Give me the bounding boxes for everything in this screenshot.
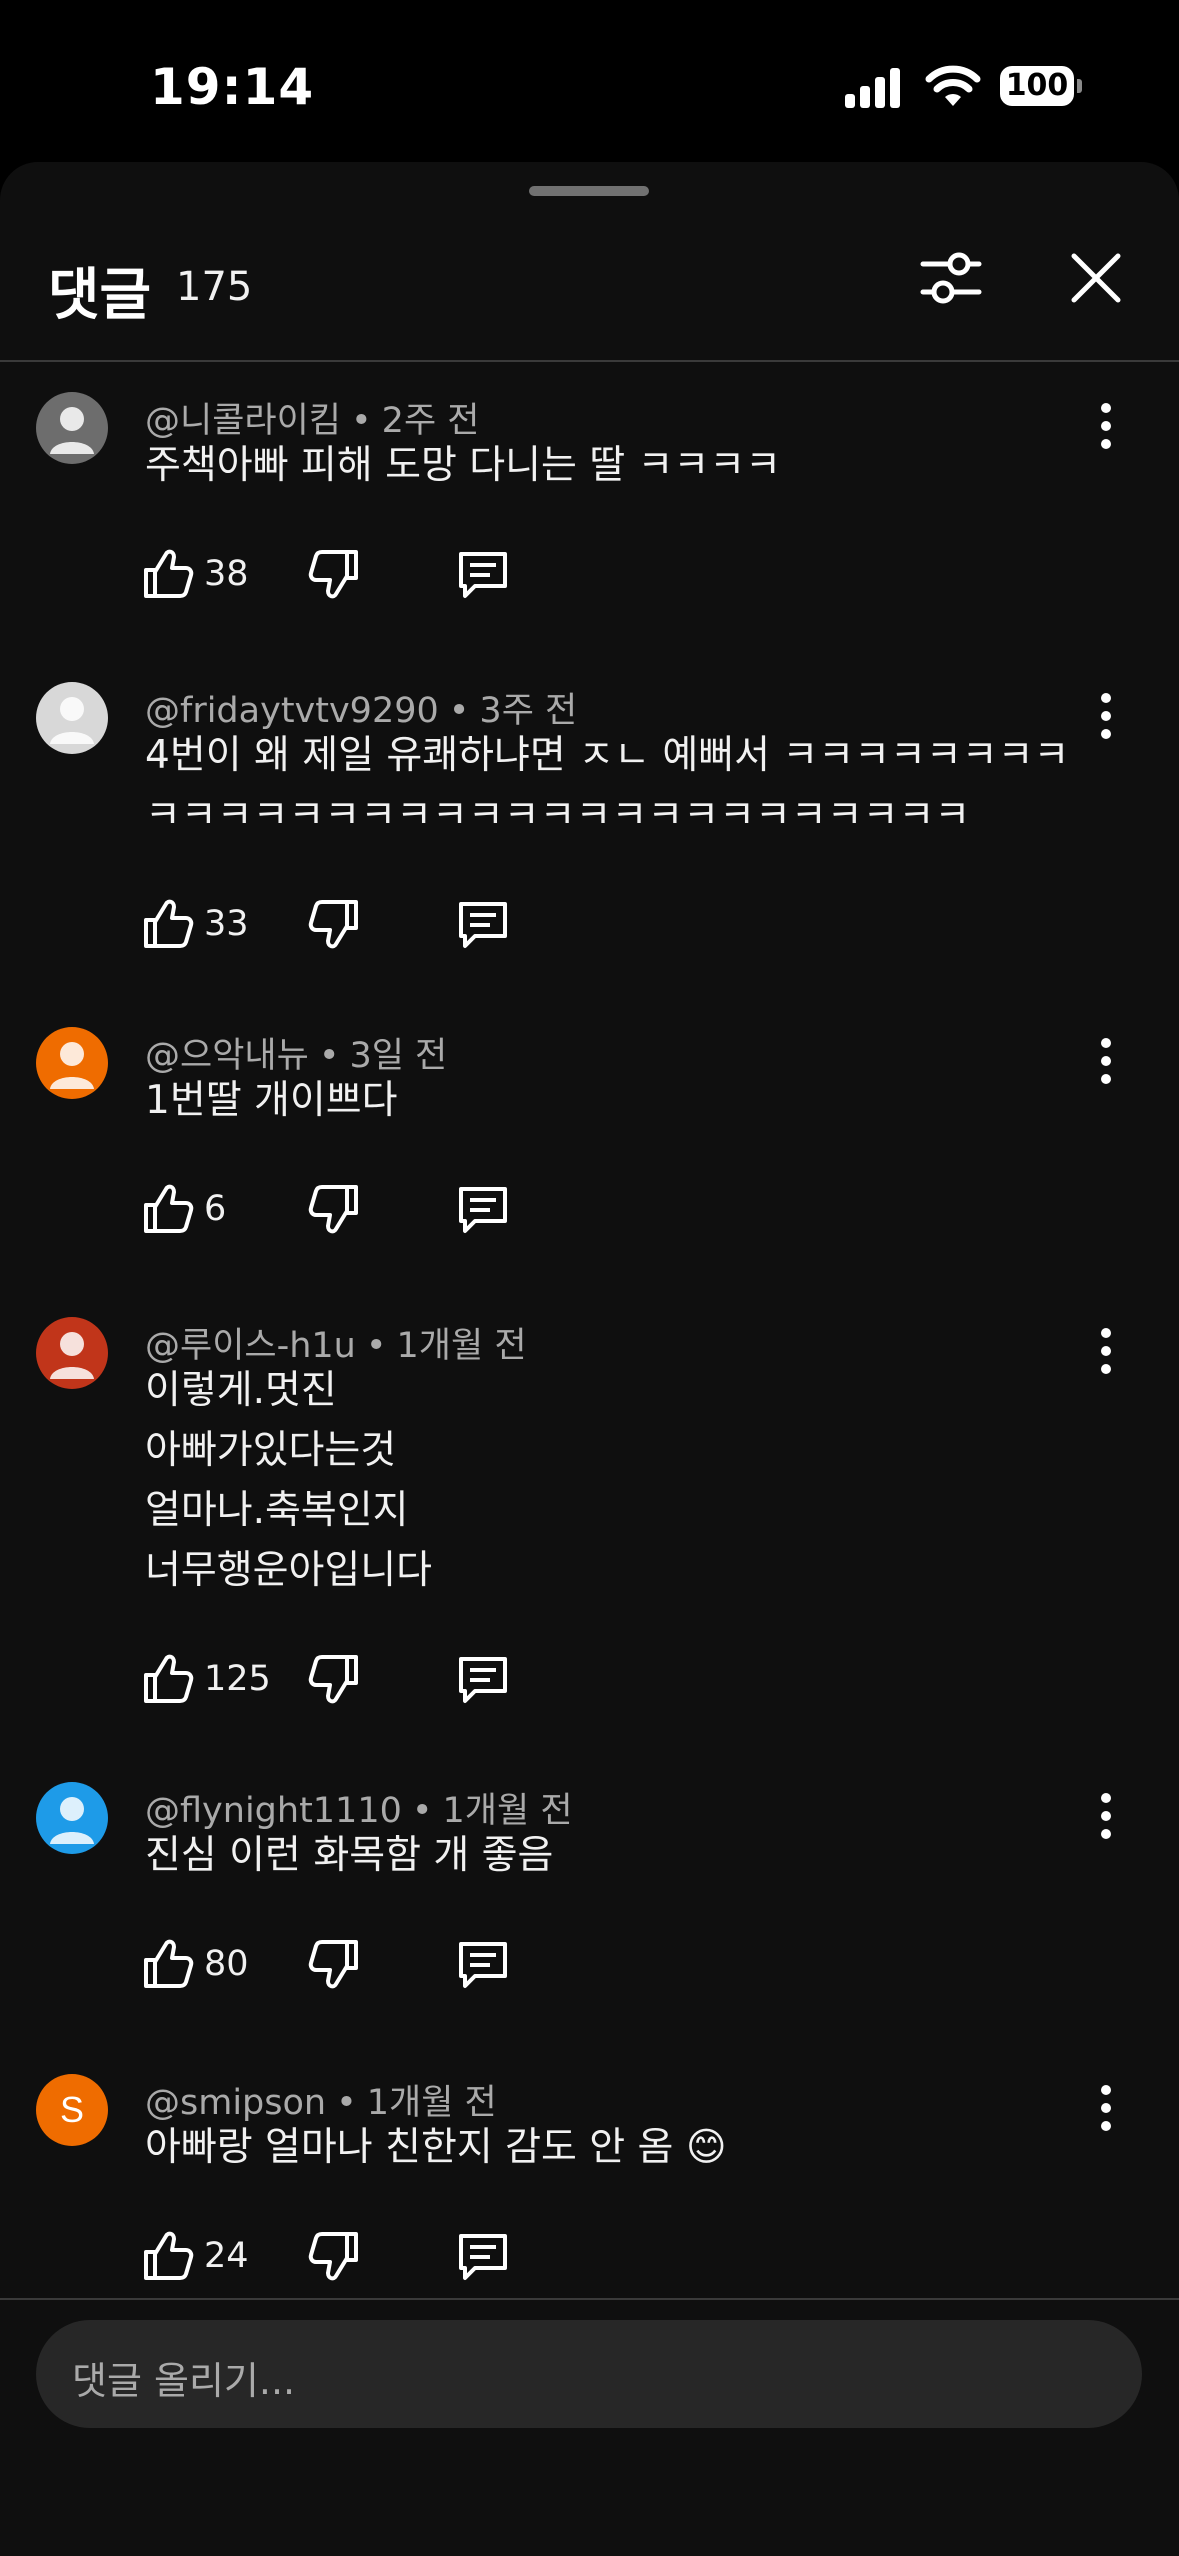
- sort-filter-icon[interactable]: [915, 242, 987, 314]
- avatar-initial-icon: S: [60, 2089, 84, 2130]
- avatar[interactable]: [36, 1317, 108, 1389]
- reply-icon[interactable]: [455, 2228, 511, 2284]
- comment-author[interactable]: @루이스-h1u: [145, 1326, 356, 1366]
- status-bar: 19:14 100: [0, 0, 1179, 160]
- comment-author[interactable]: @니콜라이킴: [145, 401, 341, 441]
- like-count: 80: [204, 1944, 249, 1984]
- comment-age: 1개월 전: [366, 2083, 497, 2123]
- person-icon: [50, 1042, 94, 1089]
- like-icon[interactable]: [140, 896, 196, 952]
- avatar[interactable]: S: [36, 2074, 108, 2146]
- drag-handle[interactable]: [529, 186, 649, 196]
- composer-divider: [0, 2298, 1179, 2300]
- avatar[interactable]: [36, 682, 108, 754]
- dislike-icon[interactable]: [306, 1181, 362, 1237]
- comment-author[interactable]: @fridaytvtv9290: [145, 691, 439, 731]
- reply-icon[interactable]: [455, 1936, 511, 1992]
- avatar[interactable]: [36, 1027, 108, 1099]
- reply-icon[interactable]: [455, 1651, 511, 1707]
- avatar[interactable]: [36, 1782, 108, 1854]
- dislike-icon[interactable]: [306, 546, 362, 602]
- comment-text: 4번이 왜 제일 유쾌하냐면 ㅈㄴ 예뻐서 ㅋㅋㅋㅋㅋㅋㅋㅋ ㅋㅋㅋㅋㅋㅋㅋㅋㅋ…: [145, 733, 1070, 838]
- more-options-icon[interactable]: [1088, 686, 1124, 746]
- comment-actions: 80: [140, 1936, 560, 1996]
- cellular-signal-icon: [845, 66, 905, 108]
- comment-actions: 33: [140, 896, 560, 956]
- more-options-icon[interactable]: [1088, 2078, 1124, 2138]
- separator-dot: •: [336, 2083, 357, 2123]
- comments-header: 댓글 175: [0, 242, 1179, 360]
- comment-actions: 6: [140, 1181, 560, 1241]
- reply-icon[interactable]: [455, 1181, 511, 1237]
- comment-input-placeholder: 댓글 올리기...: [72, 2359, 296, 2403]
- like-icon[interactable]: [140, 1936, 196, 1992]
- comment-author[interactable]: @flynight1110: [145, 1791, 402, 1831]
- more-options-icon[interactable]: [1088, 1786, 1124, 1846]
- comments-title: 댓글: [48, 263, 152, 328]
- battery-indicator: 100: [1000, 66, 1074, 106]
- separator-dot: •: [448, 691, 470, 731]
- comment-age: 3일 전: [349, 1036, 448, 1076]
- comment-text: 1번딸 개이쁘다: [145, 1078, 398, 1123]
- separator-dot: •: [411, 1791, 433, 1831]
- comment-text: 이렇게.멋진 아빠가있다는것 얼마나.축복인지 너무행운아입니다: [145, 1368, 433, 1593]
- more-options-icon[interactable]: [1088, 1031, 1124, 1091]
- dislike-icon[interactable]: [306, 1651, 362, 1707]
- comment-actions: 125: [140, 1651, 560, 1711]
- separator-dot: •: [351, 401, 372, 441]
- comments-count: 175: [176, 264, 253, 310]
- status-time: 19:14: [150, 58, 315, 116]
- comment-actions: 24: [140, 2228, 560, 2288]
- more-options-icon[interactable]: [1088, 396, 1124, 456]
- comment-author[interactable]: @smipson: [145, 2083, 326, 2123]
- person-icon: [50, 1797, 94, 1844]
- dislike-icon[interactable]: [306, 2228, 362, 2284]
- reply-icon[interactable]: [455, 546, 511, 602]
- close-icon[interactable]: [1060, 242, 1132, 314]
- like-icon[interactable]: [140, 1651, 196, 1707]
- comment-text: 아빠랑 얼마나 친한지 감도 안 옴 😊: [145, 2125, 727, 2170]
- wifi-icon: [925, 65, 981, 106]
- comment-list[interactable]: @니콜라이킴 • 2주 전 주책아빠 피해 도망 다니는 딸 ㅋㅋㅋㅋ 38 @…: [0, 362, 1179, 2298]
- like-count: 6: [204, 1189, 227, 1229]
- comment-age: 3주 전: [479, 691, 578, 731]
- person-icon: [50, 1332, 94, 1379]
- person-icon: [50, 407, 94, 454]
- comment-age: 2주 전: [381, 401, 480, 441]
- more-options-icon[interactable]: [1088, 1321, 1124, 1381]
- avatar[interactable]: [36, 392, 108, 464]
- like-icon[interactable]: [140, 546, 196, 602]
- reply-icon[interactable]: [455, 896, 511, 952]
- dislike-icon[interactable]: [306, 896, 362, 952]
- like-count: 33: [204, 904, 249, 944]
- comment-input[interactable]: 댓글 올리기...: [36, 2320, 1142, 2428]
- comment-text: 진심 이런 화목함 개 좋음: [145, 1833, 554, 1878]
- like-icon[interactable]: [140, 2228, 196, 2284]
- comment-text: 주책아빠 피해 도망 다니는 딸 ㅋㅋㅋㅋ: [145, 443, 782, 488]
- comment-age: 1개월 전: [396, 1326, 527, 1366]
- dislike-icon[interactable]: [306, 1936, 362, 1992]
- comments-sheet: 댓글 175 @니콜라이킴 • 2주 전 주책아빠 피해 도망 다니는 딸 ㅋㅋㅋㅋ: [0, 162, 1179, 2556]
- like-count: 38: [204, 554, 249, 594]
- like-count: 125: [204, 1659, 271, 1699]
- separator-dot: •: [318, 1036, 340, 1076]
- person-icon: [50, 697, 94, 744]
- like-count: 24: [204, 2236, 249, 2276]
- comment-actions: 38: [140, 546, 560, 606]
- comment-author[interactable]: @으악내뉴: [145, 1036, 309, 1076]
- separator-dot: •: [365, 1326, 387, 1366]
- like-icon[interactable]: [140, 1181, 196, 1237]
- svg-text:S: S: [60, 2089, 84, 2130]
- comment-age: 1개월 전: [442, 1791, 573, 1831]
- battery-cap: [1077, 79, 1082, 93]
